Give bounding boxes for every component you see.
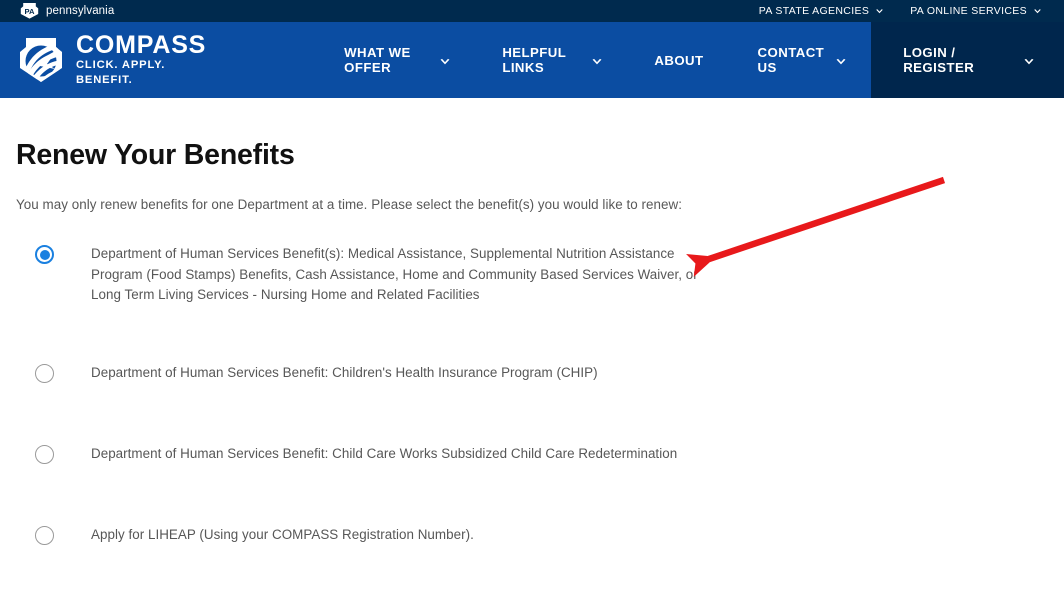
- page-title: Renew Your Benefits: [16, 139, 295, 171]
- top-utility-bar: PA pennsylvania PA STATE AGENCIES PA ONL…: [0, 0, 1064, 22]
- topbar-link-pa-online-services[interactable]: PA ONLINE SERVICES: [910, 5, 1042, 17]
- top-utility-links: PA STATE AGENCIES PA ONLINE SERVICES: [759, 5, 1064, 17]
- nav-item-label: ABOUT: [654, 52, 704, 68]
- compass-logo[interactable]: COMPASS CLICK. APPLY. BENEFIT.: [0, 22, 206, 98]
- benefit-option-label[interactable]: Department of Human Services Benefit(s):…: [91, 244, 727, 306]
- page-description: You may only renew benefits for one Depa…: [16, 197, 683, 212]
- svg-text:PA: PA: [25, 7, 36, 16]
- compass-keystone-logo-icon: [17, 36, 65, 84]
- chevron-down-icon: [1033, 7, 1042, 16]
- compass-logo-text: COMPASS CLICK. APPLY. BENEFIT.: [76, 32, 206, 88]
- chevron-down-icon: [439, 56, 450, 65]
- benefit-option-row-3[interactable]: Department of Human Services Benefit: Ch…: [16, 444, 1048, 484]
- main-navigation-bar: COMPASS CLICK. APPLY. BENEFIT. WHAT WE O…: [0, 22, 1064, 98]
- benefit-option-row-2[interactable]: Department of Human Services Benefit: Ch…: [16, 363, 1048, 403]
- chevron-down-icon: [1023, 56, 1034, 65]
- nav-item-about[interactable]: ABOUT: [627, 22, 730, 98]
- topbar-link-label: PA ONLINE SERVICES: [910, 5, 1027, 17]
- benefit-option-label[interactable]: Department of Human Services Benefit: Ch…: [91, 363, 598, 384]
- compass-logo-title: COMPASS: [76, 30, 207, 59]
- nav-menu: WHAT WE OFFER HELPFUL LINKS ABOUT CONTAC…: [317, 22, 871, 98]
- compass-logo-tagline: CLICK. APPLY. BENEFIT.: [76, 59, 166, 87]
- radio-option-liheap[interactable]: [35, 525, 54, 545]
- topbar-link-pa-state-agencies[interactable]: PA STATE AGENCIES: [759, 5, 884, 17]
- nav-item-what-we-offer[interactable]: WHAT WE OFFER: [317, 22, 475, 98]
- nav-item-label: CONTACT US: [757, 45, 825, 75]
- chevron-down-icon: [875, 7, 884, 16]
- radio-option-child-care-works[interactable]: [35, 444, 54, 464]
- pa-keystone-icon: PA: [20, 3, 39, 19]
- pa-brand-group[interactable]: PA pennsylvania: [0, 3, 114, 19]
- chevron-down-icon: [591, 56, 602, 65]
- benefit-option-row-4[interactable]: Apply for LIHEAP (Using your COMPASS Reg…: [16, 525, 1048, 565]
- pa-brand-label: pennsylvania: [46, 5, 115, 17]
- benefit-options-group: Department of Human Services Benefit(s):…: [16, 244, 1048, 565]
- nav-item-login-register[interactable]: LOGIN / REGISTER: [871, 22, 1064, 98]
- benefit-option-label[interactable]: Apply for LIHEAP (Using your COMPASS Reg…: [91, 525, 474, 546]
- benefit-option-label[interactable]: Department of Human Services Benefit: Ch…: [91, 444, 677, 465]
- chevron-down-icon: [835, 56, 846, 65]
- radio-option-dhs-benefits[interactable]: [35, 245, 54, 264]
- main-content: Renew Your Benefits You may only renew b…: [0, 139, 1064, 565]
- benefit-option-row-1[interactable]: Department of Human Services Benefit(s):…: [16, 244, 1048, 306]
- topbar-link-label: PA STATE AGENCIES: [758, 5, 870, 17]
- nav-item-label: WHAT WE OFFER: [344, 45, 411, 75]
- nav-item-helpful-links[interactable]: HELPFUL LINKS: [475, 22, 627, 98]
- nav-item-contact-us[interactable]: CONTACT US: [731, 22, 872, 98]
- login-register-label: LOGIN / REGISTER: [903, 45, 975, 75]
- nav-item-label: HELPFUL LINKS: [502, 45, 567, 75]
- radio-option-chip[interactable]: [35, 363, 54, 383]
